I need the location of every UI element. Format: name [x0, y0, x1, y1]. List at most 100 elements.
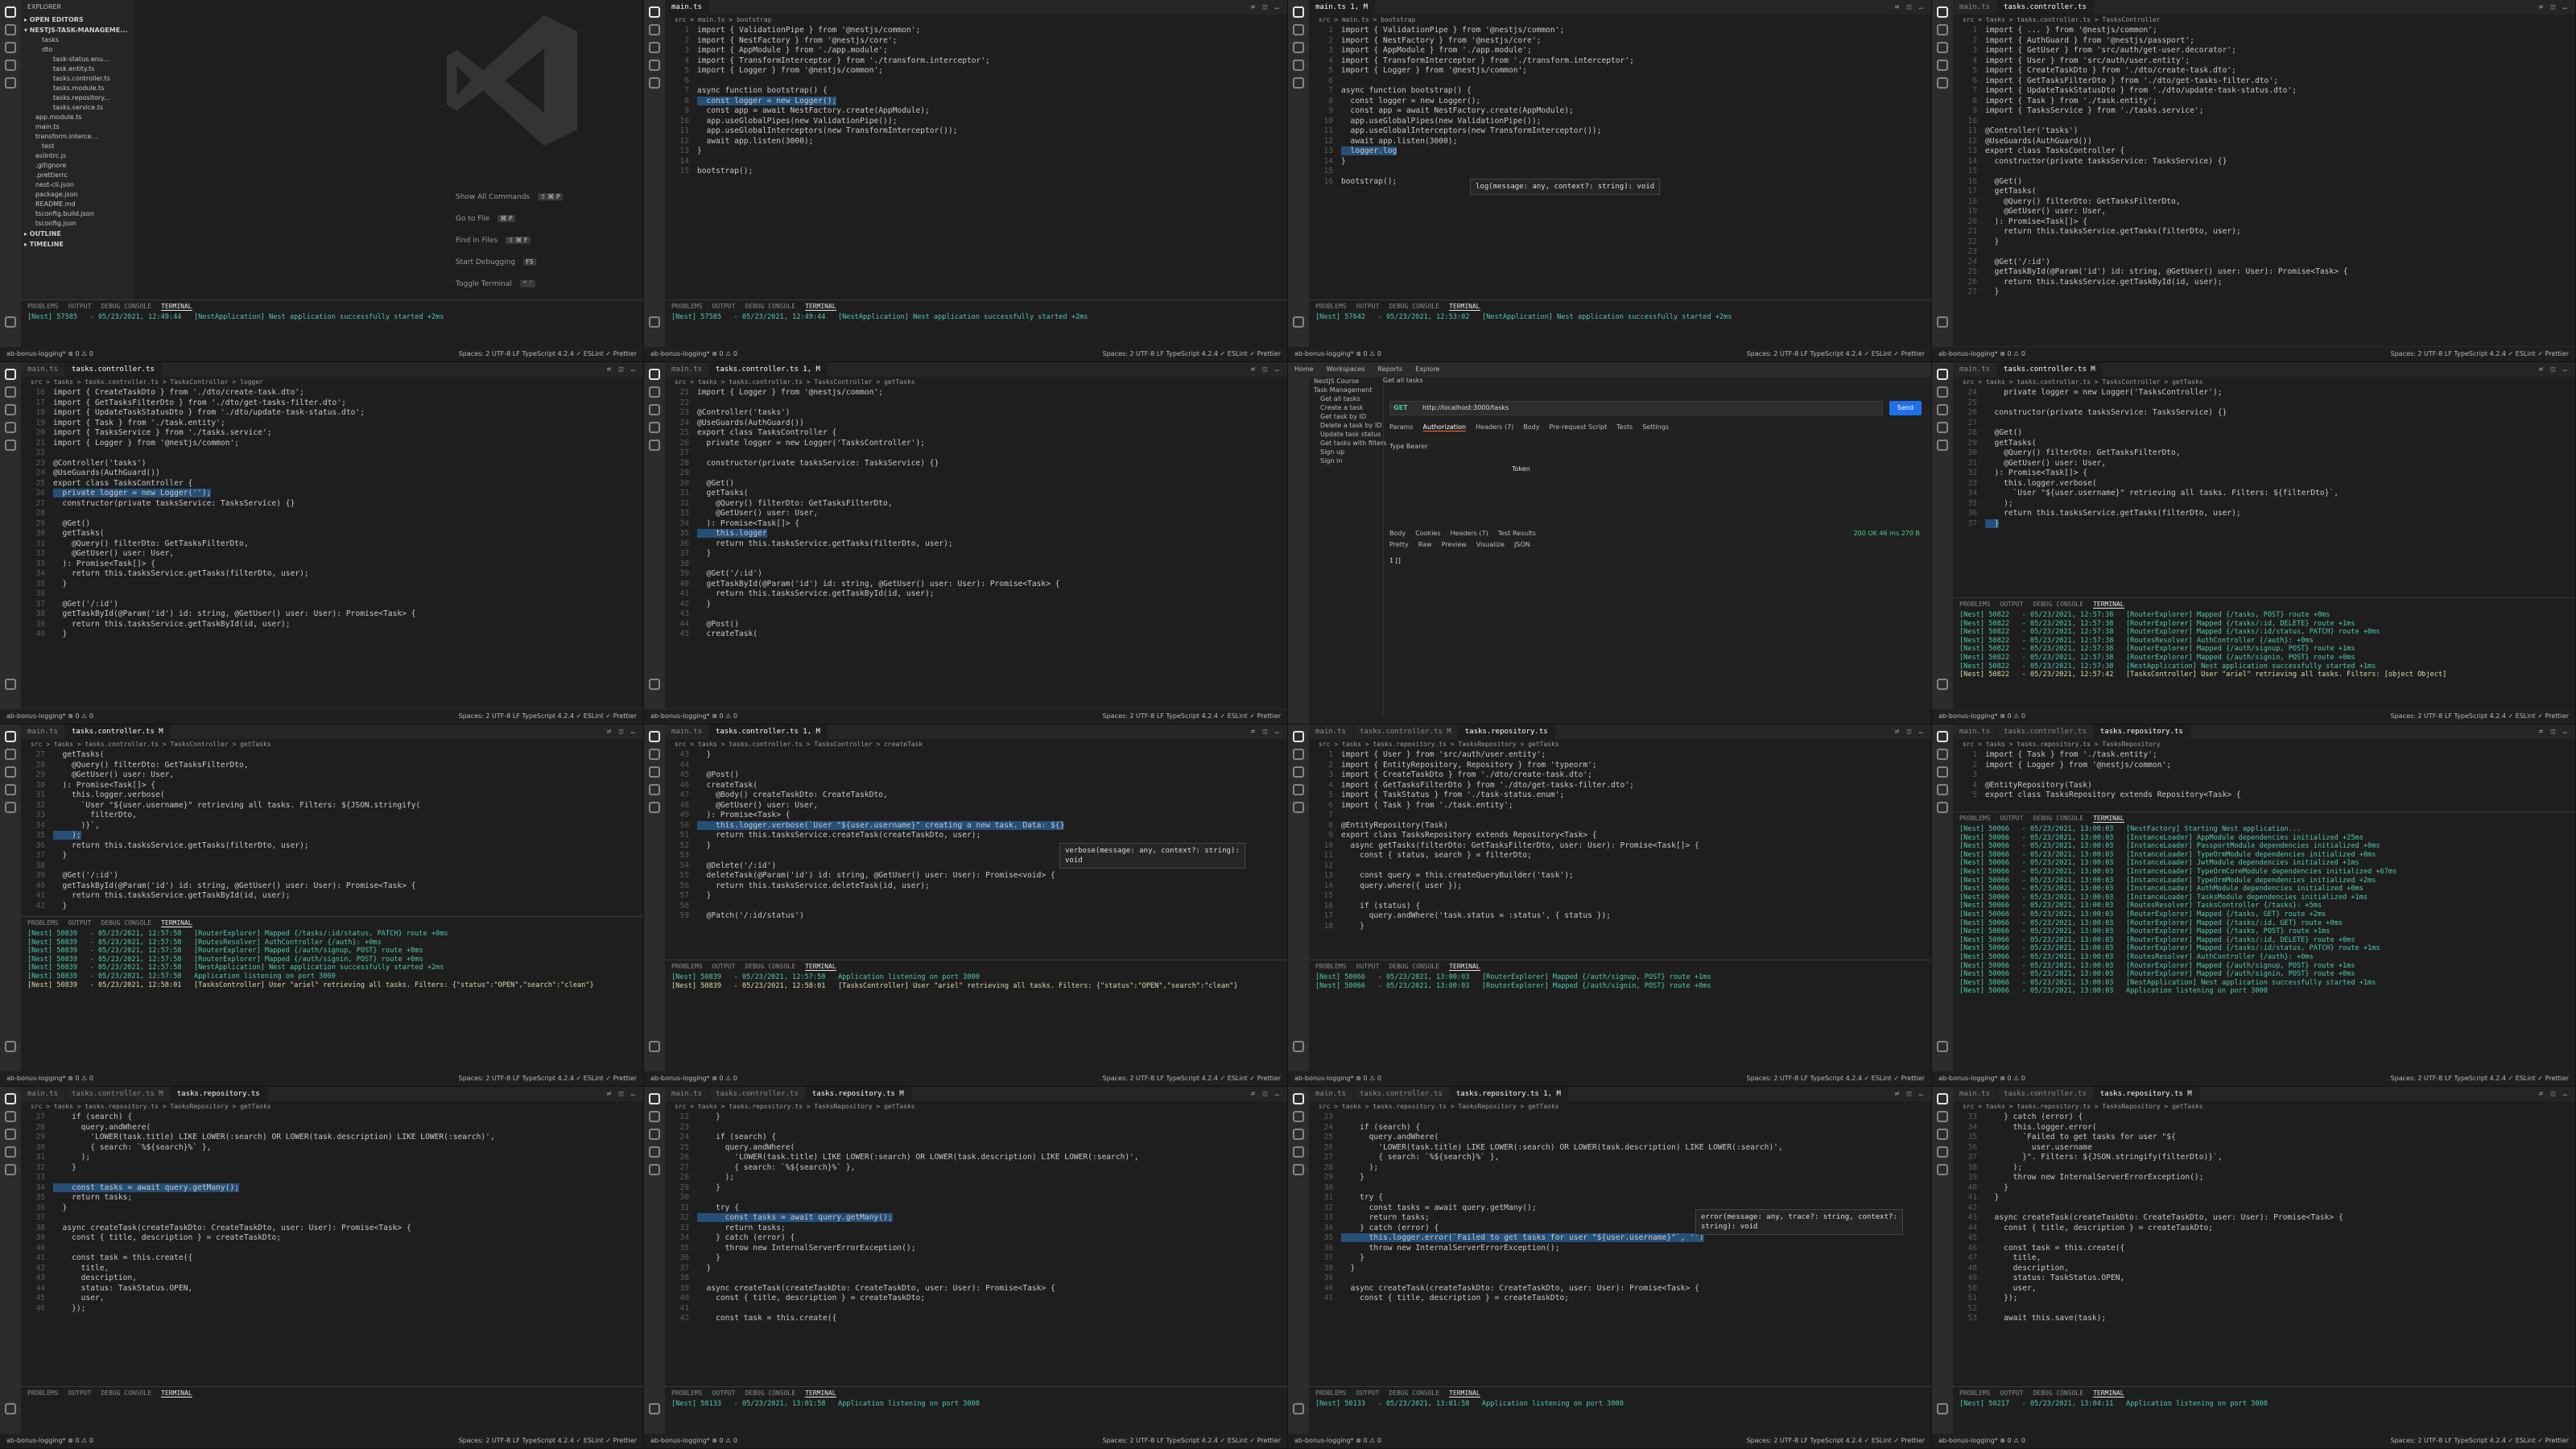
- explorer-item[interactable]: eslintrc.js: [21, 151, 134, 161]
- response-tab[interactable]: Cookies: [1415, 530, 1440, 537]
- collection-name[interactable]: NestJS Course: [1309, 377, 1383, 386]
- explorer-item[interactable]: task-status.enu...: [21, 55, 134, 64]
- gear-icon[interactable]: [1293, 1041, 1304, 1052]
- explorer-item[interactable]: main.ts: [21, 122, 134, 132]
- panel-tab-debug-console[interactable]: DEBUG CONSOLE: [1389, 303, 1439, 310]
- search-icon[interactable]: [649, 1111, 660, 1122]
- code-editor[interactable]: 16 import { CreateTaskDto } from './dto/c…: [21, 388, 643, 709]
- run-icon[interactable]: [1937, 1146, 1948, 1158]
- run-icon[interactable]: [649, 60, 660, 71]
- editor-tab[interactable]: main.ts: [21, 724, 65, 739]
- editor-tab[interactable]: tasks.controller.ts 1, M: [708, 362, 828, 377]
- source-control-icon[interactable]: [1293, 42, 1304, 53]
- extensions-icon[interactable]: [1937, 1164, 1948, 1175]
- response-tab[interactable]: Test Results: [1498, 530, 1536, 537]
- response-tab[interactable]: Body: [1389, 530, 1406, 537]
- editor-actions[interactable]: ⇄ ◫ …: [1251, 0, 1281, 14]
- panel-tab-problems[interactable]: PROBLEMS: [671, 963, 703, 970]
- terminal-output[interactable]: [Nest] 57585 - 05/23/2021, 12:49:44 [Nes…: [665, 313, 1287, 322]
- run-icon[interactable]: [1293, 1146, 1304, 1158]
- response-format-tab[interactable]: Visualize: [1476, 541, 1505, 548]
- collection-item[interactable]: Task Management: [1309, 386, 1383, 394]
- gear-icon[interactable]: [1937, 679, 1948, 690]
- collection-item[interactable]: Delete a task by ID: [1309, 421, 1383, 430]
- source-control-icon[interactable]: [1937, 1129, 1948, 1140]
- editor-tab[interactable]: main.ts: [21, 362, 65, 377]
- panel-tab-terminal[interactable]: TERMINAL: [805, 1389, 836, 1397]
- status-left[interactable]: ab-bonus-logging* ⊗ 0 ⚠ 0: [650, 1071, 737, 1086]
- explorer-item[interactable]: app.module.ts: [21, 113, 134, 122]
- panel-tab-problems[interactable]: PROBLEMS: [27, 1389, 59, 1397]
- auth-type-value[interactable]: Bearer: [1406, 443, 1428, 450]
- search-icon[interactable]: [1293, 24, 1304, 35]
- request-subtab[interactable]: Tests: [1616, 423, 1633, 431]
- extensions-icon[interactable]: [649, 802, 660, 813]
- gear-icon[interactable]: [649, 679, 660, 690]
- status-left[interactable]: ab-bonus-logging* ⊗ 0 ⚠ 0: [1294, 1434, 1381, 1448]
- status-left[interactable]: ab-bonus-logging* ⊗ 0 ⚠ 0: [1938, 1071, 2025, 1086]
- status-right[interactable]: Spaces: 2 UTF-8 LF TypeScript 4.2.4 ✓ ES…: [1103, 347, 1281, 361]
- panel-tab-terminal[interactable]: TERMINAL: [1449, 1389, 1480, 1397]
- request-subtab[interactable]: Headers (7): [1476, 423, 1513, 431]
- method-select[interactable]: GET: [1393, 402, 1408, 415]
- run-icon[interactable]: [1937, 422, 1948, 433]
- open-editors-section[interactable]: ▸ OPEN EDITORS: [21, 14, 134, 25]
- gear-icon[interactable]: [649, 316, 660, 328]
- request-subtab[interactable]: Authorization: [1422, 423, 1467, 431]
- panel-tab-terminal[interactable]: TERMINAL: [2093, 601, 2124, 609]
- gear-icon[interactable]: [5, 1403, 16, 1414]
- editor-tab[interactable]: main.ts: [1953, 1087, 1997, 1101]
- gear-icon[interactable]: [1937, 1403, 1948, 1414]
- breadcrumb[interactable]: src > tasks > tasks.controller.ts > Task…: [665, 377, 1287, 388]
- editor-actions[interactable]: ⇄ ◫ …: [2539, 1087, 2569, 1101]
- editor-tab[interactable]: main.ts: [1309, 724, 1353, 739]
- status-left[interactable]: ab-bonus-logging* ⊗ 0 ⚠ 0: [6, 1434, 93, 1448]
- explorer-item[interactable]: tasks.controller.ts: [21, 74, 134, 84]
- explorer-item[interactable]: tsconfig.json: [21, 219, 134, 229]
- panel-tab-debug-console[interactable]: DEBUG CONSOLE: [101, 919, 151, 927]
- panel-tab-problems[interactable]: PROBLEMS: [671, 303, 703, 310]
- panel-tab-terminal[interactable]: TERMINAL: [161, 919, 192, 927]
- source-control-icon[interactable]: [1937, 404, 1948, 415]
- editor-actions[interactable]: ⇄ ◫ …: [1895, 0, 1925, 14]
- panel-tab-terminal[interactable]: TERMINAL: [805, 963, 836, 971]
- panel-tab-debug-console[interactable]: DEBUG CONSOLE: [745, 963, 795, 970]
- extensions-icon[interactable]: [649, 1164, 660, 1175]
- gear-icon[interactable]: [1293, 316, 1304, 328]
- breadcrumb[interactable]: src > tasks > tasks.controller.ts > Task…: [665, 739, 1287, 750]
- editor-tab[interactable]: tasks.repository.ts: [1458, 724, 1555, 739]
- status-right[interactable]: Spaces: 2 UTF-8 LF TypeScript 4.2.4 ✓ ES…: [459, 347, 637, 361]
- gear-icon[interactable]: [649, 1403, 660, 1414]
- status-right[interactable]: Spaces: 2 UTF-8 LF TypeScript 4.2.4 ✓ ES…: [2391, 347, 2569, 361]
- extensions-icon[interactable]: [5, 440, 16, 451]
- status-right[interactable]: Spaces: 2 UTF-8 LF TypeScript 4.2.4 ✓ ES…: [459, 709, 637, 724]
- files-icon[interactable]: [1937, 6, 1948, 18]
- collection-item[interactable]: Get task by ID: [1309, 412, 1383, 421]
- search-icon[interactable]: [5, 24, 16, 35]
- status-left[interactable]: ab-bonus-logging* ⊗ 0 ⚠ 0: [650, 709, 737, 724]
- panel-tab-output[interactable]: OUTPUT: [2000, 601, 2024, 608]
- files-icon[interactable]: [649, 1093, 660, 1104]
- explorer-item[interactable]: tsconfig.build.json: [21, 209, 134, 219]
- panel-tab-terminal[interactable]: TERMINAL: [1449, 963, 1480, 971]
- extensions-icon[interactable]: [1293, 1164, 1304, 1175]
- panel-tab-output[interactable]: OUTPUT: [712, 303, 736, 310]
- files-icon[interactable]: [649, 369, 660, 380]
- panel-tab-output[interactable]: OUTPUT: [712, 963, 736, 970]
- editor-tab[interactable]: main.ts: [1953, 362, 1997, 377]
- breadcrumb[interactable]: src > tasks > tasks.controller.ts > Task…: [1953, 377, 2575, 388]
- terminal-output[interactable]: [Nest] 50066 - 05/23/2021, 13:00:03 [Rou…: [1309, 973, 1931, 990]
- terminal-output[interactable]: [Nest] 57642 - 05/23/2021, 12:53:02 [Nes…: [1309, 313, 1931, 322]
- panel-tab-output[interactable]: OUTPUT: [68, 1389, 92, 1397]
- run-icon[interactable]: [5, 422, 16, 433]
- editor-tab[interactable]: main.ts: [665, 362, 709, 377]
- extensions-icon[interactable]: [649, 440, 660, 451]
- editor-tab[interactable]: tasks.controller.ts: [1997, 724, 2094, 739]
- status-left[interactable]: ab-bonus-logging* ⊗ 0 ⚠ 0: [1938, 709, 2025, 724]
- editor-tab[interactable]: tasks.controller.ts M: [65, 1087, 171, 1101]
- postman-nav-item[interactable]: Home: [1294, 365, 1314, 373]
- breadcrumb[interactable]: src > tasks > tasks.repository.ts > Task…: [1953, 739, 2575, 750]
- editor-actions[interactable]: ⇄ ◫ …: [1895, 724, 1925, 739]
- source-control-icon[interactable]: [5, 766, 16, 778]
- editor-tab[interactable]: tasks.controller.ts M: [1996, 362, 2103, 377]
